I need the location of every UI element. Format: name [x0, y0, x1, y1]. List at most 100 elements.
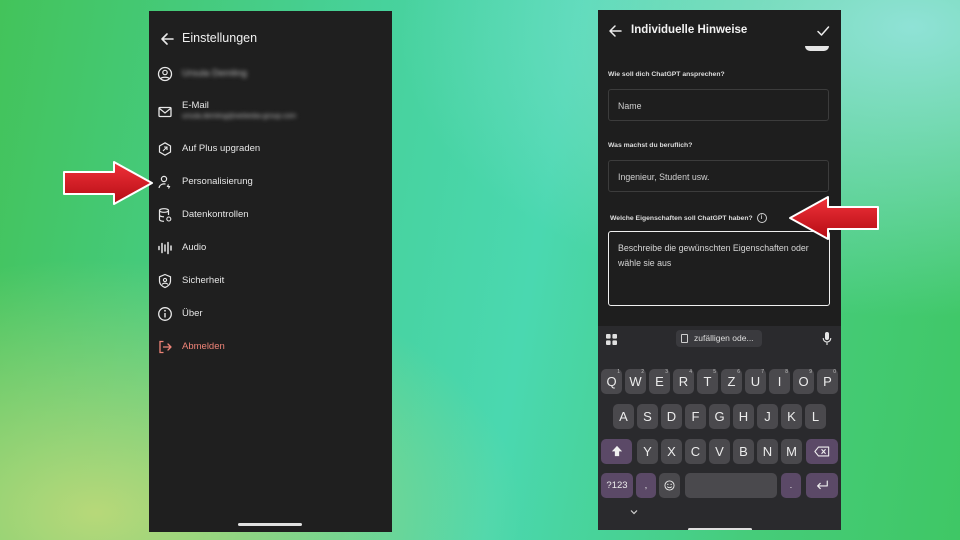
key-y[interactable]: Y [637, 439, 658, 464]
on-screen-keyboard: zufälligen ode... Q1W2E3R4T5Z6U7I8O9P0 A… [598, 326, 841, 530]
key-x[interactable]: X [661, 439, 682, 464]
email-label: E-Mail [182, 100, 209, 111]
key-u[interactable]: U7 [745, 369, 766, 394]
key-z[interactable]: Z6 [721, 369, 742, 394]
key-letter: R [678, 374, 689, 389]
key-letter: P [823, 374, 832, 389]
key-letter: Q [606, 374, 617, 389]
key-letter: O [798, 374, 809, 389]
info-icon[interactable]: i [756, 213, 767, 223]
key-l[interactable]: L [805, 404, 826, 429]
security-icon [158, 273, 172, 289]
checkmark-icon[interactable] [815, 23, 831, 39]
audio-icon [158, 241, 172, 255]
suggestion-chip[interactable]: zufälligen ode... [676, 330, 762, 347]
key-number-hint: 1 [617, 369, 620, 375]
shift-key[interactable] [601, 439, 632, 464]
key-h[interactable]: H [733, 404, 754, 429]
symbols-key[interactable]: ?123 [601, 473, 633, 498]
account-icon [157, 66, 173, 82]
key-number-hint: 3 [665, 369, 668, 375]
security-item[interactable]: Sicherheit [149, 267, 392, 295]
backspace-key[interactable] [806, 439, 838, 464]
chevron-down-icon[interactable] [629, 508, 639, 516]
key-letter: U [750, 374, 761, 389]
about-label: Über [182, 308, 203, 319]
key-c[interactable]: C [685, 439, 706, 464]
key-m[interactable]: M [781, 439, 802, 464]
email-item[interactable]: E-Mail ursula.demling@webedia-group.com [149, 96, 392, 130]
key-t[interactable]: T5 [697, 369, 718, 394]
job-field-placeholder: Ingenieur, Student usw. [618, 172, 710, 182]
personalization-item[interactable]: Personalisierung [149, 168, 392, 196]
data-controls-icon [158, 208, 172, 222]
audio-label: Audio [182, 242, 207, 253]
settings-title: Einstellungen [182, 31, 258, 45]
account-item[interactable]: Ursula Demling [149, 60, 392, 88]
settings-screen: Einstellungen Ursula Demling E-Mail ursu… [149, 11, 392, 532]
home-indicator [238, 523, 302, 526]
personalization-label: Personalisierung [182, 176, 253, 187]
security-label: Sicherheit [182, 275, 225, 286]
key-r[interactable]: R4 [673, 369, 694, 394]
key-w[interactable]: W2 [625, 369, 646, 394]
red-arrow-right-pointer [789, 196, 879, 240]
key-n[interactable]: N [757, 439, 778, 464]
key-i[interactable]: I8 [769, 369, 790, 394]
traits-textarea-placeholder: Beschreibe die gewünschten Eigenschaften… [618, 243, 809, 268]
key-letter: E [655, 374, 664, 389]
red-arrow-left-pointer [63, 161, 153, 205]
traits-question-text: Welche Eigenschaften soll ChatGPT haben? [610, 214, 753, 222]
back-arrow-icon[interactable] [158, 29, 176, 49]
key-j[interactable]: J [757, 404, 778, 429]
custom-title: Individuelle Hinweise [631, 24, 748, 36]
key-k[interactable]: K [781, 404, 802, 429]
key-number-hint: 0 [833, 369, 836, 375]
key-e[interactable]: E3 [649, 369, 670, 394]
back-arrow-icon[interactable] [607, 23, 623, 39]
audio-item[interactable]: Audio [149, 234, 392, 262]
microphone-icon[interactable] [822, 331, 832, 346]
name-question-label: Wie soll dich ChatGPT ansprechen? [608, 71, 725, 78]
key-p[interactable]: P0 [817, 369, 838, 394]
period-key[interactable]: . [781, 473, 801, 498]
emoji-icon [664, 480, 675, 491]
apps-grid-icon[interactable] [606, 334, 617, 345]
data-controls-item[interactable]: Datenkontrollen [149, 201, 392, 229]
key-d[interactable]: D [661, 404, 682, 429]
logout-item[interactable]: Abmelden [149, 333, 392, 361]
space-key[interactable] [685, 473, 777, 498]
emoji-key[interactable] [659, 473, 680, 498]
key-b[interactable]: B [733, 439, 754, 464]
comma-key[interactable]: , [636, 473, 656, 498]
key-number-hint: 7 [761, 369, 764, 375]
key-number-hint: 4 [689, 369, 692, 375]
key-number-hint: 9 [809, 369, 812, 375]
key-f[interactable]: F [685, 404, 706, 429]
job-field[interactable]: Ingenieur, Student usw. [608, 160, 829, 192]
key-s[interactable]: S [637, 404, 658, 429]
clipboard-icon [681, 334, 688, 343]
key-a[interactable]: A [613, 404, 634, 429]
key-number-hint: 8 [785, 369, 788, 375]
home-indicator [688, 528, 752, 530]
key-o[interactable]: O9 [793, 369, 814, 394]
enter-key[interactable] [806, 473, 838, 498]
logout-label: Abmelden [182, 341, 225, 352]
key-q[interactable]: Q1 [601, 369, 622, 394]
key-v[interactable]: V [709, 439, 730, 464]
job-question-label: Was machst du beruflich? [608, 142, 693, 149]
info-icon [158, 307, 172, 321]
upgrade-plus-item[interactable]: Auf Plus upgraden [149, 135, 392, 163]
scroll-shadow-edge [805, 46, 829, 51]
name-field[interactable]: Name [608, 89, 829, 121]
personalization-icon [158, 175, 171, 189]
traits-textarea[interactable]: Beschreibe die gewünschten Eigenschaften… [608, 231, 830, 306]
key-letter: Z [727, 374, 736, 389]
upgrade-plus-label: Auf Plus upgraden [182, 143, 261, 154]
key-number-hint: 5 [713, 369, 716, 375]
settings-header: Einstellungen [149, 29, 392, 49]
key-g[interactable]: G [709, 404, 730, 429]
name-field-placeholder: Name [618, 101, 642, 111]
about-item[interactable]: Über [149, 300, 392, 328]
